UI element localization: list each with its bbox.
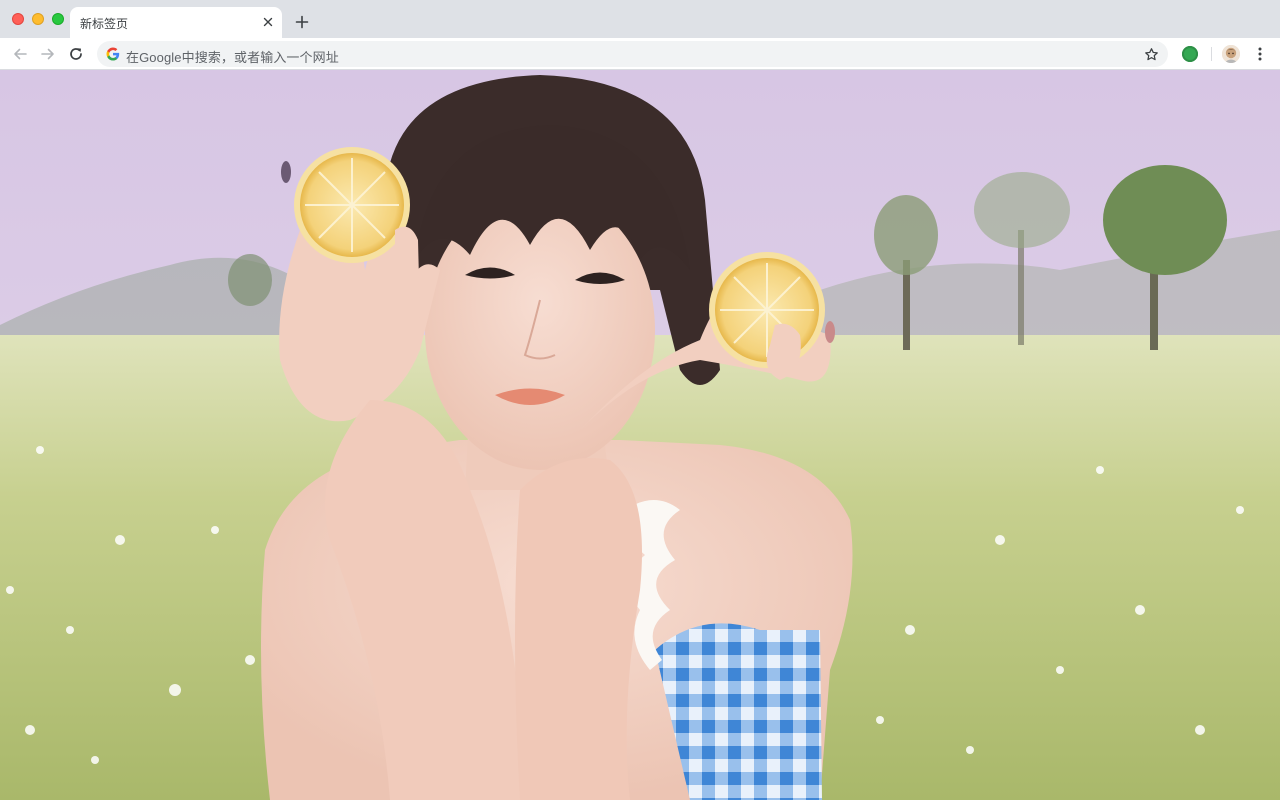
close-icon (263, 17, 273, 27)
kebab-menu-icon (1258, 47, 1262, 61)
new-tab-button[interactable] (292, 12, 312, 32)
profile-avatar-image (1222, 45, 1240, 63)
window-minimize-button[interactable] (32, 13, 44, 25)
address-bar-placeholder: 在Google中搜索，或者输入一个网址 (126, 50, 339, 65)
forward-button[interactable] (38, 44, 58, 64)
browser-menu-button[interactable] (1252, 44, 1268, 64)
arrow-left-icon (14, 48, 27, 60)
plus-icon (295, 15, 309, 29)
window-close-button[interactable] (12, 13, 24, 25)
tab-close-button[interactable] (260, 14, 276, 30)
avatar[interactable] (1222, 45, 1240, 63)
tab-new-tab[interactable]: 新标签页 (70, 7, 282, 38)
star-icon (1144, 47, 1158, 60)
reload-icon (70, 48, 82, 60)
back-button[interactable] (10, 44, 30, 64)
toolbar: 在Google中搜索，或者输入一个网址 (0, 38, 1280, 70)
toolbar-separator (1211, 47, 1212, 61)
bookmark-star-button[interactable] (1142, 45, 1160, 63)
wallpaper-photo (0, 70, 1280, 800)
browser-window: 新标签页 在Google中搜索，或者输入一个网址 (0, 0, 1280, 800)
new-tab-page (0, 70, 1280, 800)
arrow-right-icon (41, 48, 54, 60)
reload-button[interactable] (66, 44, 86, 64)
window-maximize-button[interactable] (52, 13, 64, 25)
tab-strip: 新标签页 (0, 0, 1280, 38)
extension-icon[interactable] (1182, 46, 1198, 62)
google-g-icon (106, 47, 120, 61)
tab-title: 新标签页 (80, 17, 129, 31)
address-bar[interactable]: 在Google中搜索，或者输入一个网址 (97, 41, 1168, 67)
